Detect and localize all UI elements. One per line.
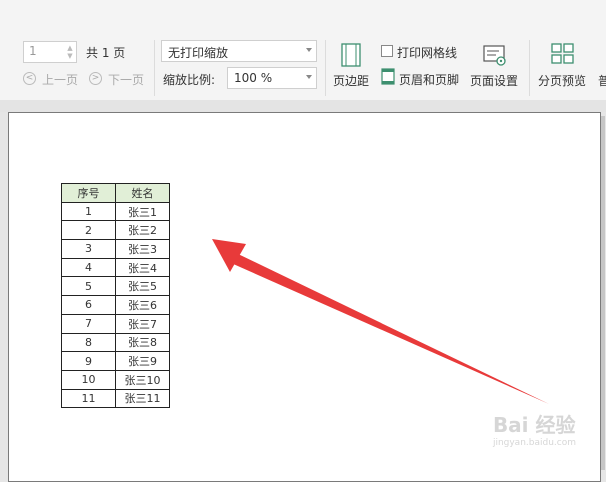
zoom-select[interactable]: 100 % (227, 67, 317, 89)
margin-button[interactable]: 页边距 (333, 72, 369, 89)
toolbar-divider (529, 40, 530, 96)
margin-icon[interactable] (340, 43, 362, 70)
watermark-text: Bai 经验 (492, 413, 576, 437)
prev-page-button[interactable]: 上一页 (42, 71, 78, 88)
toolbar-divider (325, 40, 326, 96)
page-number-value: 1 (29, 44, 37, 58)
print-gridlines-label[interactable]: 打印网格线 (397, 44, 457, 61)
page-setup-icon[interactable] (483, 43, 507, 70)
toolbar-divider (154, 40, 155, 96)
header-footer-icon[interactable] (381, 68, 395, 88)
prev-page-icon[interactable]: < (23, 72, 36, 85)
preview-area[interactable]: 序号 姓名 1 张三1 2 张三2 3 张三3 4 张三4 5 张三5 6 张三6 7 张三7 8 张三8 9 张… (0, 112, 606, 482)
toolbar-bottom-band (0, 100, 606, 112)
zoom-value: 100 % (234, 71, 273, 85)
next-page-button[interactable]: 下一页 (108, 71, 144, 88)
baidu-jingyan-watermark: Bai 经验 jingyan.baidu.com (493, 409, 576, 448)
total-pages-label: 共 1 页 (86, 46, 126, 60)
page-number-spinner[interactable]: ▲ ▼ (66, 44, 74, 60)
page-setup-button[interactable]: 页面设置 (470, 72, 518, 89)
print-scale-select[interactable]: 无打印缩放 (161, 40, 317, 62)
next-page-icon[interactable]: > (89, 72, 102, 85)
print-gridlines-checkbox[interactable] (381, 45, 393, 57)
page-number-input[interactable]: 1 ▲ ▼ (23, 41, 77, 63)
chevron-down-icon (306, 48, 312, 52)
header-footer-button[interactable]: 页眉和页脚 (399, 71, 459, 88)
arrow-shaft (231, 253, 549, 404)
page-break-preview-icon[interactable] (551, 43, 575, 68)
normal-view-button-cutoff[interactable]: 普 (598, 72, 606, 89)
zoom-label: 缩放比例: (163, 73, 216, 87)
page-break-preview-button[interactable]: 分页预览 (538, 72, 586, 89)
print-scale-value: 无打印缩放 (168, 46, 229, 60)
print-preview-toolbar: 1 ▲ ▼ 共 1 页 < 上一页 > 下一页 无打印缩放 缩放比例: 100 %… (0, 0, 606, 100)
chevron-down-icon (306, 75, 312, 79)
watermark-subtext: jingyan.baidu.com (492, 438, 576, 448)
